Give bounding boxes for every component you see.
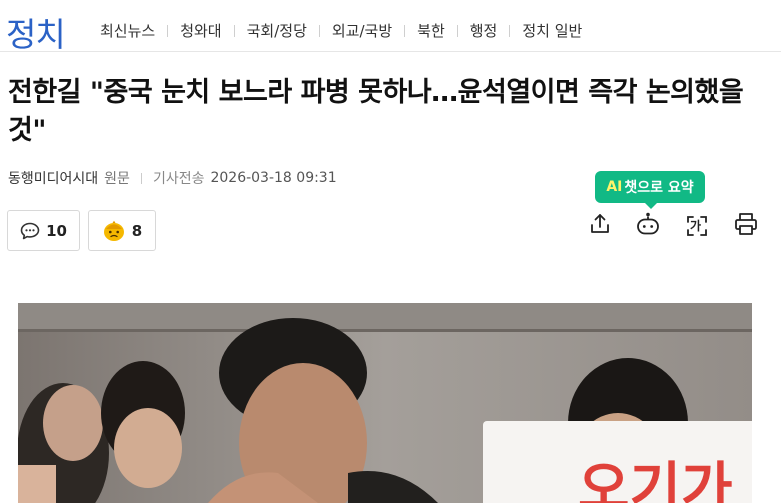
sent-label: 기사전송: [152, 171, 205, 187]
menu-item-assembly[interactable]: 국회/정당: [247, 20, 307, 41]
menu-divider: [509, 24, 511, 37]
comment-icon: [20, 222, 40, 240]
menu-divider: [167, 24, 169, 37]
menu-item-politics-general[interactable]: 정치 일반: [522, 20, 582, 41]
press-name[interactable]: 동행미디어시대: [8, 168, 98, 188]
article-meta: 동행미디어시대 원문 기사전송 2026-03-18 09:31: [8, 168, 337, 188]
ai-chat-icon: [635, 211, 661, 241]
ai-label: AI: [606, 179, 623, 195]
menu-item-latest[interactable]: 최신뉴스: [100, 20, 155, 41]
menu-divider: [456, 24, 458, 37]
article-photo: 오기가: [18, 303, 752, 503]
menu-item-administration[interactable]: 행정: [470, 20, 498, 41]
menu-item-blue-house[interactable]: 청와대: [180, 20, 221, 41]
font-size-icon: 가: [685, 214, 709, 238]
comment-count: 10: [46, 221, 67, 240]
menu-divider: [404, 24, 406, 37]
comment-button[interactable]: 10: [7, 210, 80, 251]
original-link[interactable]: 원문: [104, 168, 130, 188]
menu-item-north-korea[interactable]: 북한: [417, 20, 445, 41]
meta-divider: [140, 172, 142, 184]
ai-summary-label: 챗으로 요약: [624, 180, 694, 196]
menu-divider: [233, 24, 235, 37]
menu-divider: [318, 24, 320, 37]
article-datetime: 2026-03-18 09:31: [210, 170, 337, 186]
emotion-face-icon: [102, 220, 126, 242]
emotion-button[interactable]: 8: [88, 210, 156, 251]
font-size-glyph: 가: [690, 219, 702, 233]
menu-item-diplomacy[interactable]: 외교/국방: [332, 20, 392, 41]
font-size-button[interactable]: 가: [682, 211, 712, 241]
ai-chat-button[interactable]: [633, 211, 663, 241]
print-button[interactable]: [731, 211, 761, 241]
emotion-count: 8: [131, 221, 143, 240]
share-icon: [588, 212, 612, 240]
print-icon: [733, 211, 759, 241]
ai-summary-tooltip[interactable]: AI 챗으로 요약: [595, 171, 705, 209]
section-header: 정치 최신뉴스 청와대 국회/정당 외교/국방 북한 행정 정치 일반: [0, 0, 781, 54]
section-menu: 최신뉴스 청와대 국회/정당 외교/국방 북한 행정 정치 일반: [100, 20, 582, 41]
share-button[interactable]: [585, 211, 615, 241]
protest-sign-text: 오기가: [578, 457, 733, 503]
section-title[interactable]: 정치: [6, 8, 66, 56]
article-headline: 전한길 "중국 눈치 보느라 파병 못하나…윤석열이면 즉각 논의했을 것": [8, 77, 744, 146]
